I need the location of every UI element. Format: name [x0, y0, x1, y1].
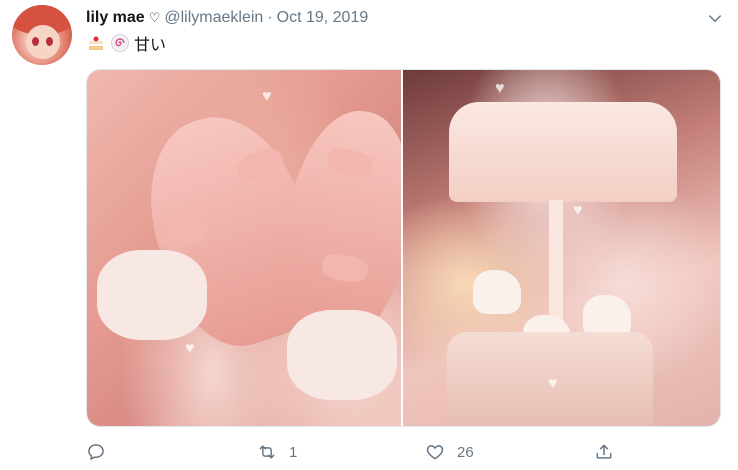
- tweet[interactable]: lily mae ♡ @lilymaeklein · Oct 19, 2019 …: [0, 0, 738, 470]
- share-icon: [596, 444, 612, 459]
- tweet-text: 甘い: [86, 32, 166, 54]
- chevron-down-icon[interactable]: [706, 10, 724, 28]
- photo-carousel[interactable]: ♥ ♥ ♥: [403, 70, 720, 426]
- tweet-date[interactable]: Oct 19, 2019: [277, 9, 369, 27]
- reply-button[interactable]: [86, 440, 118, 464]
- like-count: 26: [457, 443, 474, 461]
- media-grid: ♥ ♥ ♥ ♥ ♥: [86, 69, 721, 427]
- name-heart-symbol: ♡: [148, 10, 161, 25]
- cake-emoji-icon: [89, 36, 103, 50]
- reply-icon: [88, 444, 104, 460]
- tweet-body-text: 甘い: [134, 37, 167, 54]
- retweet-button[interactable]: 1: [257, 440, 297, 464]
- like-button[interactable]: 26: [425, 440, 474, 464]
- tweet-actions: 1 26: [86, 440, 626, 464]
- photo-shoes[interactable]: ♥ ♥: [87, 70, 402, 426]
- avatar[interactable]: [12, 5, 72, 65]
- display-name[interactable]: lily mae: [86, 9, 145, 27]
- share-button[interactable]: [594, 440, 626, 464]
- tweet-header: lily mae ♡ @lilymaeklein · Oct 19, 2019: [86, 8, 368, 28]
- user-handle[interactable]: @lilymaeklein: [164, 9, 263, 27]
- fish-cake-emoji-icon: [111, 34, 129, 52]
- retweet-count: 1: [289, 443, 298, 461]
- separator-dot: ·: [267, 9, 273, 26]
- heart-icon: [426, 445, 444, 460]
- retweet-icon: [259, 445, 275, 459]
